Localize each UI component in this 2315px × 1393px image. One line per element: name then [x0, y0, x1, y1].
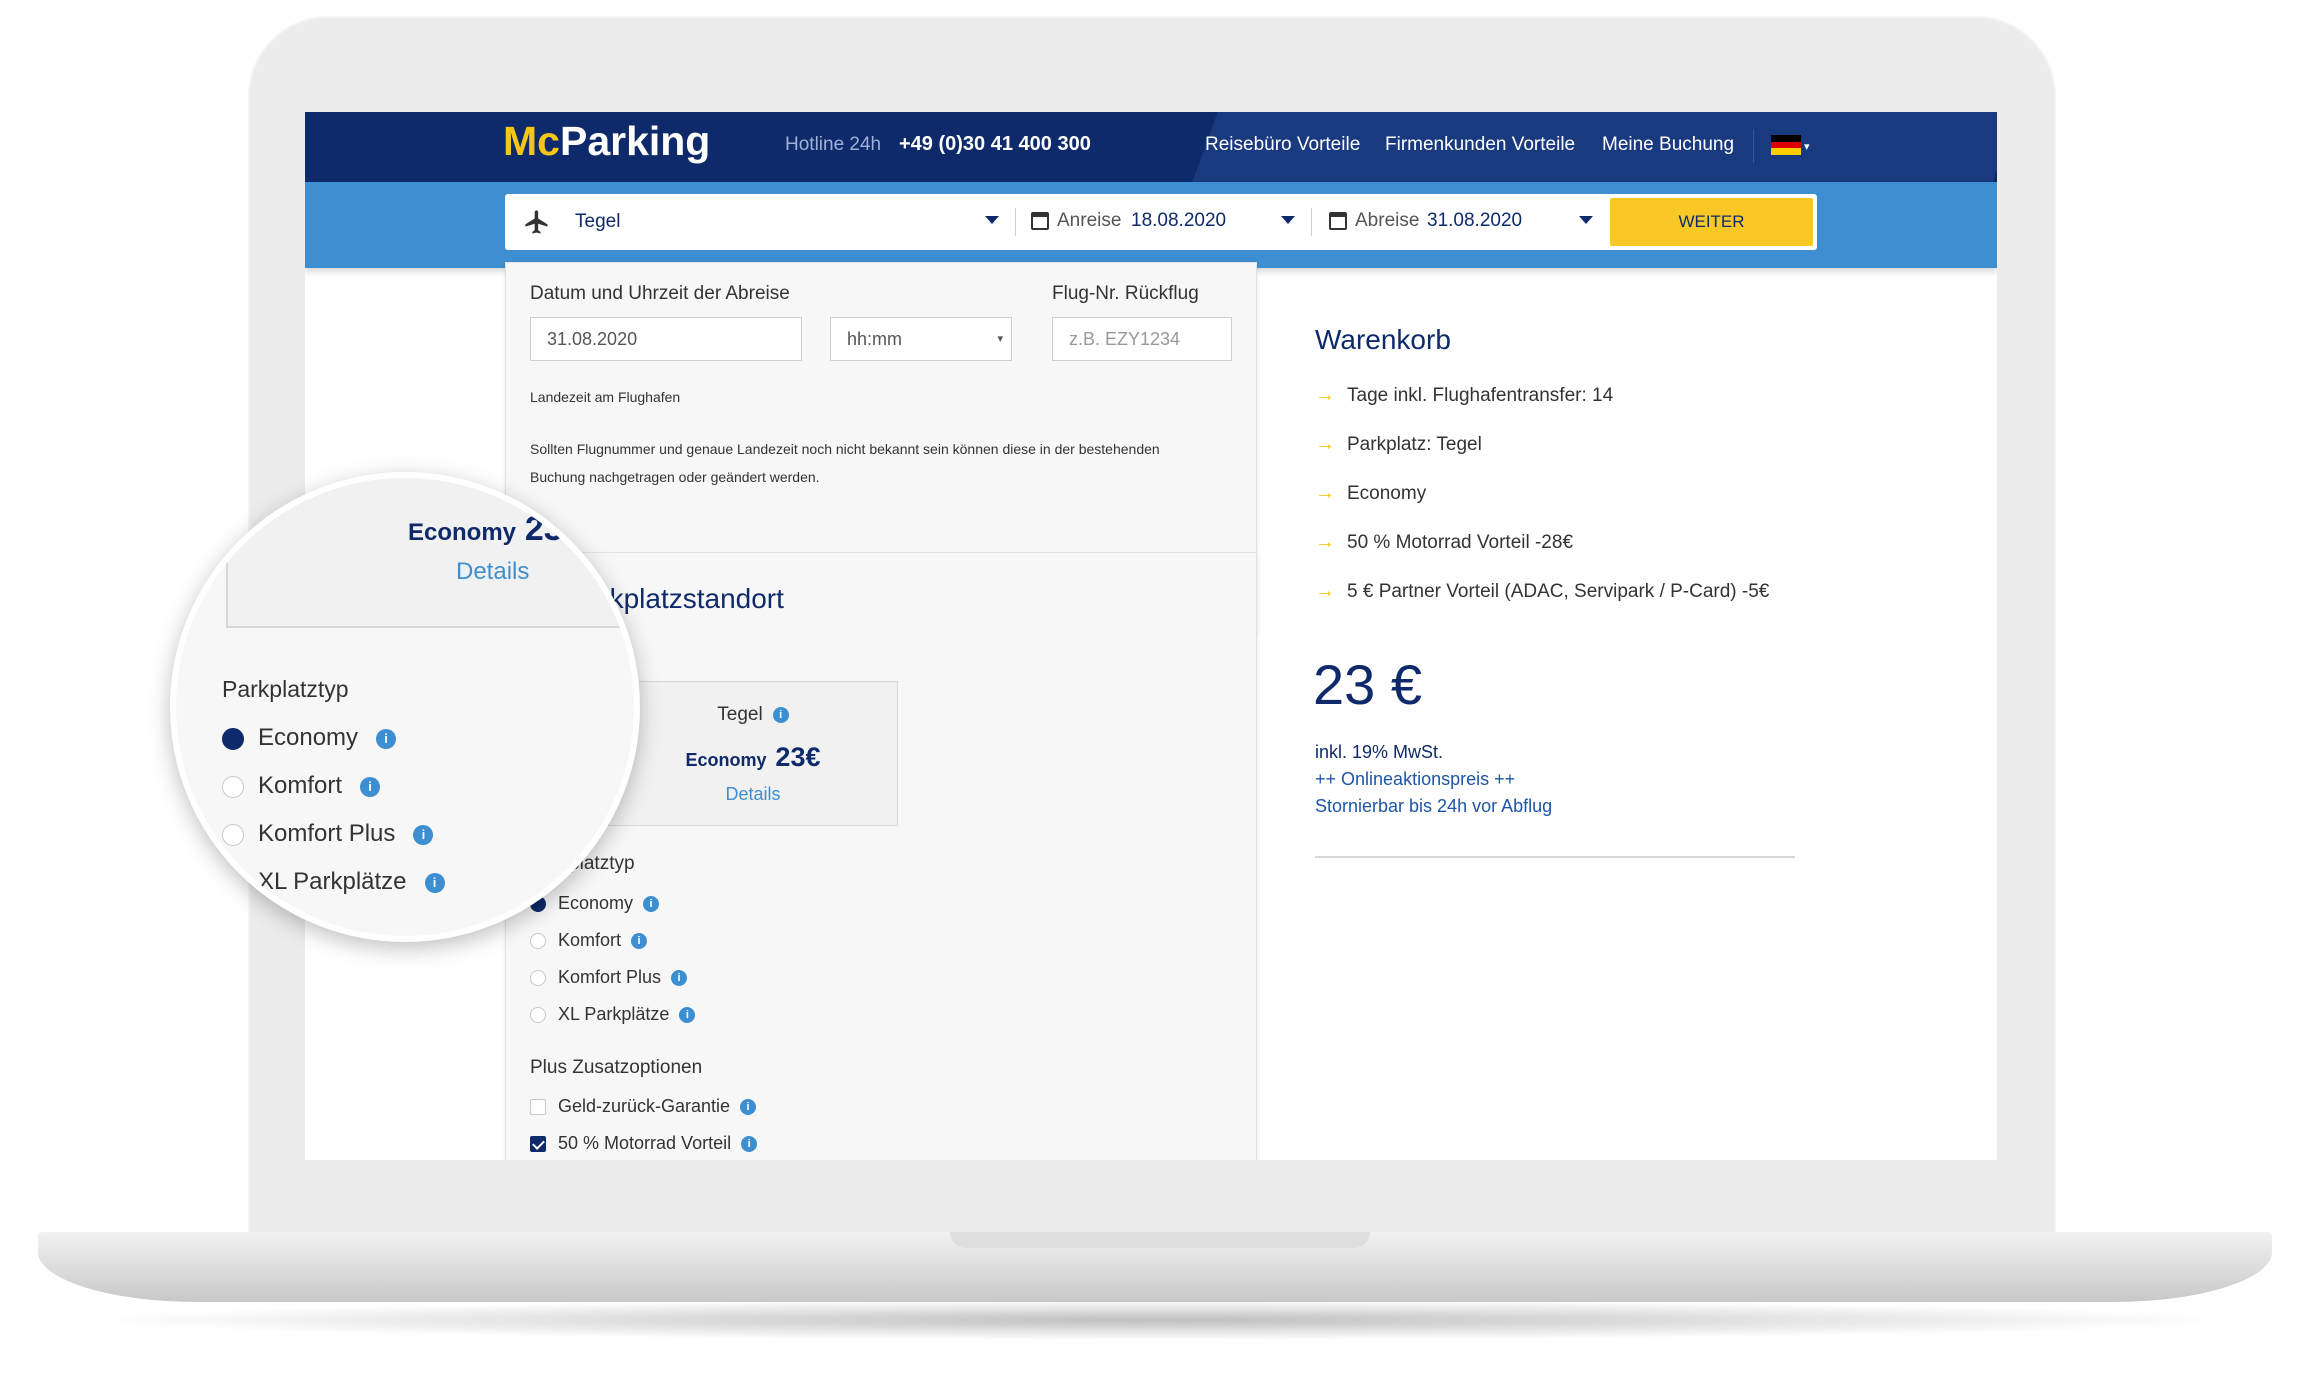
- hotline-label: Hotline 24h: [785, 134, 882, 155]
- magnified-type-economy: Economy i: [222, 722, 397, 754]
- magnifier-callout: Tegeli Economy 23€ Details Parkplatztyp …: [170, 472, 640, 942]
- magnified-parking-card: Tegeli Economy 23€ Details: [226, 478, 634, 628]
- calendar-icon: [1031, 212, 1049, 230]
- checkbox-motorrad[interactable]: [530, 1136, 546, 1153]
- info-icon[interactable]: i: [741, 1136, 758, 1153]
- cart-item: → 5 € Partner Vorteil (ADAC, Servipark / …: [1315, 580, 1770, 602]
- card-location: Tegel i: [609, 704, 897, 726]
- info-icon[interactable]: i: [631, 933, 648, 950]
- departure-date[interactable]: 31.08.2020: [1427, 210, 1522, 232]
- parking-type-xl[interactable]: XL Parkplätze i: [530, 1001, 696, 1027]
- parking-type-komfort-plus[interactable]: Komfort Plus i: [530, 964, 688, 990]
- search-divider: [1311, 208, 1312, 236]
- radio-xl: [222, 871, 244, 894]
- magnified-type-xl: XL Parkplätze i: [222, 866, 445, 898]
- return-note-line1: Sollten Flugnummer und genaue Landezeit …: [530, 441, 1160, 457]
- arrow-right-icon: →: [1315, 531, 1335, 553]
- top-navbar: McParking Hotline 24h +49 (0)30 41 400 3…: [305, 112, 1997, 182]
- radio-komfort-plus[interactable]: [530, 970, 546, 987]
- arrow-right-icon: →: [1315, 384, 1335, 406]
- flight-number-input[interactable]: z.B. EZY1234: [1052, 317, 1232, 361]
- magnified-type-komfort-plus: Komfort Plus i: [222, 818, 434, 850]
- return-time-select[interactable]: hh:mm ▾: [830, 317, 1012, 361]
- card-details-link[interactable]: Details: [609, 784, 897, 805]
- language-caret-icon[interactable]: ▾: [1804, 140, 1810, 153]
- nav-divider: [1753, 129, 1754, 163]
- cart-title: Warenkorb: [1315, 324, 1451, 355]
- radio-komfort: [222, 775, 244, 798]
- radio-komfort-plus: [222, 823, 244, 846]
- info-icon[interactable]: i: [740, 1099, 757, 1116]
- cart-item: → 50 % Motorrad Vorteil -28€: [1315, 531, 1574, 553]
- flight-number-label: Flug-Nr. Rückflug: [1052, 283, 1199, 304]
- magnified-card-price-line: Economy 23€: [408, 510, 582, 548]
- card-price-line: Economy 23€: [685, 742, 821, 772]
- arrival-label: Anreise: [1057, 210, 1122, 231]
- parking-type-komfort[interactable]: Komfort i: [530, 927, 648, 953]
- radio-xl[interactable]: [530, 1007, 546, 1024]
- info-icon: i: [424, 872, 445, 893]
- time-chevron-down-icon: ▾: [997, 333, 1003, 345]
- magnified-card-details: Details: [456, 558, 530, 585]
- return-datetime-label: Datum und Uhrzeit der Abreise: [530, 283, 790, 304]
- airport-select[interactable]: Tegel: [575, 211, 620, 233]
- arrow-right-icon: →: [1315, 433, 1335, 455]
- departure-label: Abreise: [1355, 210, 1420, 231]
- weiter-button[interactable]: WEITER: [1610, 198, 1813, 246]
- search-bar: Tegel Anreise 18.08.2020 Abreise 31.08.2…: [305, 182, 1997, 268]
- cart-item: → Parkplatz: Tegel: [1315, 433, 1482, 455]
- cart-item: → Economy: [1315, 482, 1427, 504]
- info-icon[interactable]: i: [772, 706, 789, 723]
- info-icon[interactable]: i: [643, 896, 660, 913]
- parking-card-tegel[interactable]: Tegel i Economy 23€ Details: [608, 681, 898, 826]
- cart-item: → Tage inkl. Flughafentransfer: 14: [1315, 384, 1614, 406]
- magnified-type-komfort: Komfort i: [222, 770, 381, 802]
- cart-divider: [1315, 856, 1795, 858]
- airplane-icon: [525, 210, 548, 234]
- info-icon[interactable]: i: [679, 1007, 696, 1024]
- magnified-parking-type-heading: Parkplatztyp: [222, 676, 349, 702]
- arrow-right-icon: →: [1315, 482, 1335, 504]
- extras-heading: Plus Zusatzoptionen: [530, 1057, 703, 1078]
- nav-reisebuero[interactable]: Reisebüro Vorteile: [1205, 134, 1360, 156]
- laptop-notch: [950, 1232, 1370, 1248]
- hotline-number[interactable]: +49 (0)30 41 400 300: [899, 133, 1091, 156]
- parking-type-economy[interactable]: Economy i: [530, 890, 660, 916]
- info-icon: i: [376, 728, 397, 749]
- cart-vat-note: inkl. 19% MwSt.: [1315, 742, 1444, 762]
- cart-online-price-note: ++ Onlineaktionspreis ++: [1315, 769, 1516, 789]
- extra-money-back[interactable]: Geld-zurück-Garantie i: [530, 1093, 757, 1119]
- airport-chevron-down-icon[interactable]: [985, 216, 999, 224]
- laptop-shadow: [80, 1300, 2240, 1340]
- info-icon: i: [413, 824, 434, 845]
- radio-economy: [222, 727, 244, 750]
- arrow-right-icon: →: [1315, 580, 1335, 602]
- calendar-icon: [1329, 212, 1347, 230]
- return-date-field[interactable]: 31.08.2020: [530, 317, 802, 361]
- landing-hint: Landezeit am Flughafen: [530, 389, 681, 405]
- mcparking-logo[interactable]: McParking: [503, 118, 710, 165]
- cart-cancel-note: Stornierbar bis 24h vor Abflug: [1315, 796, 1553, 816]
- nav-meine-buchung[interactable]: Meine Buchung: [1602, 134, 1734, 156]
- radio-komfort[interactable]: [530, 933, 546, 950]
- search-form: Tegel Anreise 18.08.2020 Abreise 31.08.2…: [505, 194, 1817, 250]
- info-icon: i: [360, 776, 381, 797]
- arrival-date[interactable]: 18.08.2020: [1131, 210, 1226, 232]
- info-icon[interactable]: i: [671, 970, 688, 987]
- departure-chevron-down-icon[interactable]: [1579, 216, 1593, 224]
- flag-de-icon[interactable]: [1771, 135, 1801, 155]
- arrival-chevron-down-icon[interactable]: [1281, 216, 1295, 224]
- nav-firmenkunden[interactable]: Firmenkunden Vorteile: [1385, 134, 1575, 156]
- card-price: 23€: [775, 742, 821, 772]
- extra-motorrad[interactable]: 50 % Motorrad Vorteil i: [530, 1130, 758, 1156]
- search-divider: [1015, 208, 1016, 236]
- checkbox-money-back[interactable]: [530, 1099, 546, 1116]
- cart-total-price: 23 €: [1313, 653, 1422, 716]
